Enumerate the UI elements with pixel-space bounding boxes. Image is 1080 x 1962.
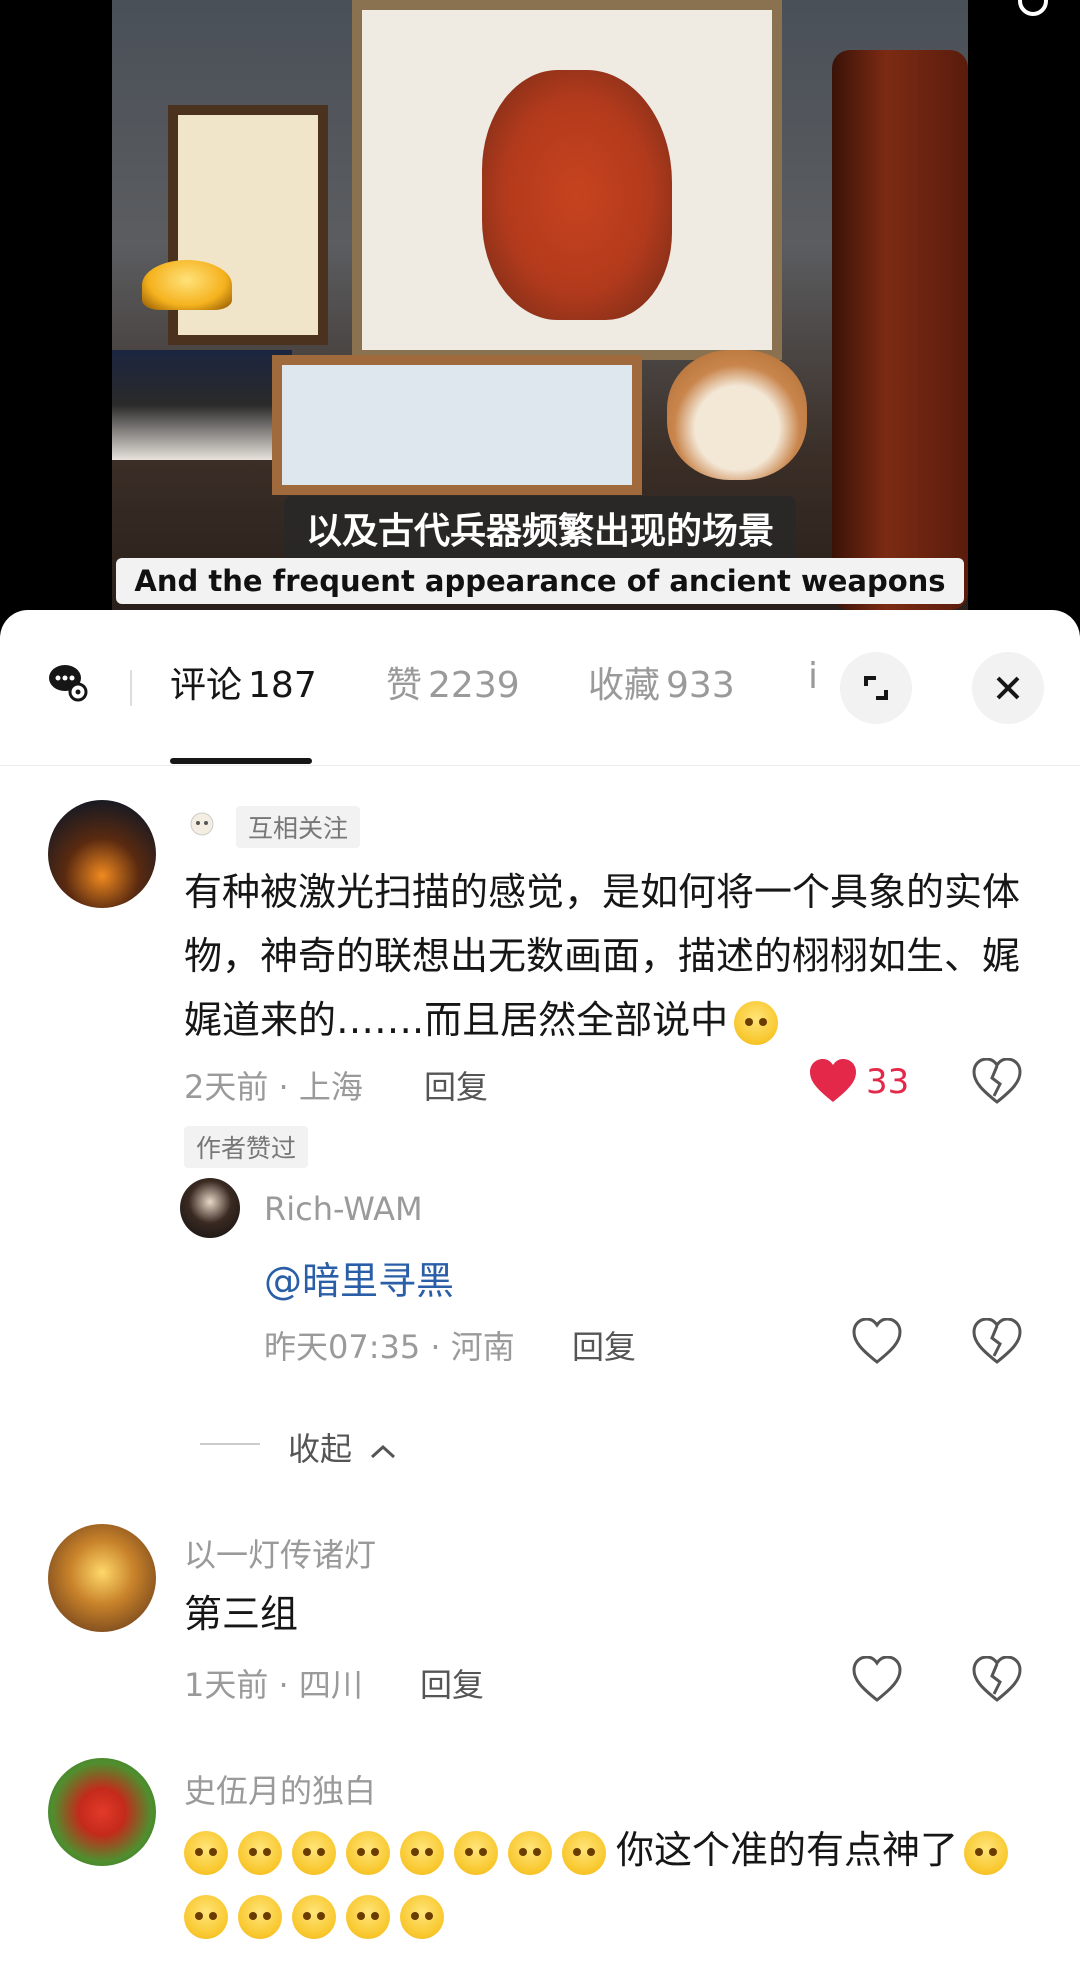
comment-text: 有种被激光扫描的感觉，是如何将一个具象的实体物，神奇的联想出无数画面，描述的栩栩… (184, 860, 1034, 1052)
plaque (272, 355, 642, 495)
comment-meta: 1天前 · 四川 (184, 1666, 363, 1704)
crying-emoji-icon (184, 1830, 228, 1875)
heart-filled-icon[interactable] (808, 1058, 858, 1104)
crying-emoji-icon (454, 1830, 498, 1875)
crying-emoji-icon (400, 1894, 444, 1939)
crying-emoji-icon (400, 1830, 444, 1875)
tab-likes[interactable]: 赞 2239 (386, 656, 520, 708)
reply-meta: 昨天07:35 · 河南 (264, 1328, 515, 1366)
dog-figurine (667, 350, 807, 480)
crying-emoji-icon (508, 1830, 552, 1875)
expand-button[interactable] (840, 652, 912, 724)
collapse-button[interactable]: 收起 (288, 1424, 398, 1470)
crying-emoji-icon (346, 1830, 390, 1875)
painting (352, 0, 782, 360)
dislike-icon[interactable] (972, 1318, 1022, 1364)
crying-emoji-icon (346, 1894, 390, 1939)
mention-link[interactable]: @暗里寻黑 (264, 1250, 454, 1305)
dislike-icon[interactable] (972, 1058, 1022, 1104)
reply-button[interactable]: 回复 (424, 1062, 488, 1108)
tab-bar: 评论 187 赞 2239 收藏 933 i (0, 610, 1080, 766)
comment-settings-icon[interactable] (48, 662, 88, 702)
video-player[interactable]: 以及古代兵器频繁出现的场景 And the frequent appearanc… (0, 0, 1080, 640)
lotus-lamp (142, 260, 232, 310)
user-badge-icon (190, 812, 214, 836)
reply-button[interactable]: 回复 (420, 1660, 484, 1706)
comment-meta: 2天前 · 上海 (184, 1068, 363, 1106)
tab-divider (130, 670, 132, 706)
tab-more[interactable]: i (808, 656, 818, 697)
reply-button[interactable]: 回复 (572, 1322, 636, 1368)
caption-english: And the frequent appearance of ancient w… (116, 558, 964, 604)
like-count: 33 (866, 1062, 910, 1102)
avatar[interactable] (48, 800, 156, 908)
reply-avatar[interactable] (180, 1178, 240, 1238)
tab-favorites[interactable]: 收藏 933 (588, 656, 735, 708)
tab-underline (170, 758, 312, 764)
heart-outline-icon[interactable] (852, 1318, 902, 1364)
close-button[interactable] (972, 652, 1044, 724)
crying-emoji-icon (292, 1894, 336, 1939)
books-stack (112, 350, 292, 460)
crying-emoji-icon (184, 1894, 228, 1939)
dislike-icon[interactable] (972, 1656, 1022, 1702)
chevron-up-icon (371, 1444, 396, 1459)
close-icon (996, 676, 1020, 700)
crying-emoji-icon (562, 1830, 606, 1875)
comment-author-name[interactable]: 以一灯传诸灯 (184, 1530, 376, 1576)
mutual-follow-tag: 互相关注 (236, 806, 361, 848)
caption-chinese: 以及古代兵器频繁出现的场景 (283, 496, 796, 560)
tab-comments[interactable]: 评论 187 (170, 656, 317, 708)
comment-sheet: 评论 187 赞 2239 收藏 933 i 互相关注 有种被激光扫描的感觉，是如何将… (0, 610, 1080, 1962)
crying-emoji-icon (964, 1830, 1009, 1875)
avatar[interactable] (48, 1758, 156, 1866)
crying-emoji-icon (238, 1894, 282, 1939)
smile-emoji-icon (734, 1000, 779, 1045)
comment-text: 你这个准的有点神了 (184, 1818, 1044, 1946)
collapse-divider (200, 1443, 260, 1445)
author-liked-badge: 作者赞过 (184, 1126, 309, 1168)
reply-author-name[interactable]: Rich-WAM (264, 1190, 423, 1228)
crying-emoji-icon (292, 1830, 336, 1875)
search-icon[interactable] (1018, 0, 1048, 16)
crying-emoji-icon (238, 1830, 282, 1875)
avatar[interactable] (48, 1524, 156, 1632)
heart-outline-icon[interactable] (852, 1656, 902, 1702)
comment-text: 第三组 (184, 1592, 299, 1636)
comment-author-name[interactable]: 史伍月的独白 (184, 1766, 376, 1812)
expand-icon (864, 676, 888, 700)
